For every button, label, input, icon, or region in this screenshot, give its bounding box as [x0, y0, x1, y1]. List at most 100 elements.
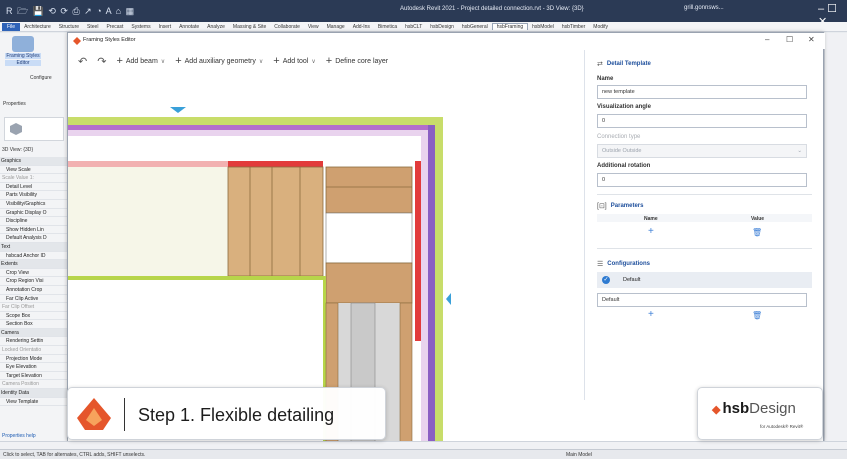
gap-opening: [325, 212, 413, 264]
add-tool-button[interactable]: + Add tool ∨: [273, 56, 316, 67]
parameters-icon: [⊡]: [597, 203, 607, 210]
right-purple-layer: [428, 125, 435, 443]
property-row[interactable]: Rendering Settin: [0, 337, 70, 347]
top-right-timber: [325, 166, 413, 214]
close-button[interactable]: ✕: [808, 35, 815, 44]
top-purple-layer: [68, 125, 436, 130]
check-circle-icon: ✓: [602, 276, 610, 284]
quick-access-toolbar[interactable]: R 🗁 💾 ⟲ ⟳ ⎙ ↗ ◔ A ⌂ ▦: [6, 4, 135, 20]
undo-icon[interactable]: ↶: [78, 55, 87, 68]
dialog-title-bar: Framing Styles Editor – ☐ ✕: [68, 33, 825, 49]
ribbon-tab-annotate[interactable]: Annotate: [175, 24, 203, 30]
redo-icon[interactable]: ↷: [97, 55, 106, 68]
config-list-item[interactable]: ✓ Default: [597, 272, 812, 288]
property-row[interactable]: Section Box: [0, 320, 70, 329]
add-parameter-button[interactable]: +: [648, 226, 654, 237]
add-beam-button[interactable]: + Add beam ∨: [116, 56, 165, 67]
property-group-header: Identity Data: [0, 389, 70, 398]
ribbon-tab-hsbframing[interactable]: hsbFraming: [491, 23, 529, 30]
param-name-column: Name: [644, 216, 658, 222]
property-row[interactable]: Detail Level: [0, 183, 70, 192]
step-caption: Step 1. Flexible detailing: [138, 405, 335, 425]
framing-styles-editor-button[interactable]: Framing Styles Editor: [5, 36, 41, 70]
top-marker-triangle: [170, 107, 186, 113]
name-input[interactable]: new template: [597, 85, 807, 99]
configurations-icon: ☰: [597, 261, 604, 268]
framing-styles-icon: [12, 36, 34, 52]
property-row[interactable]: Default Analysis D: [0, 234, 70, 243]
ribbon-tab-file[interactable]: File: [2, 22, 21, 31]
property-row[interactable]: hsbcad Anchor ID: [0, 252, 70, 261]
connection-type-label: Connection type: [597, 134, 641, 140]
property-row[interactable]: View Scale: [0, 166, 70, 175]
step-caption-overlay: Step 1. Flexible detailing: [67, 387, 386, 440]
model-indicator[interactable]: Main Model: [566, 452, 592, 458]
brand-icon: ◆: [712, 404, 721, 416]
ribbon-tab-hsbtimber[interactable]: hsbTimber: [558, 24, 589, 30]
param-value-column: Value: [751, 216, 765, 222]
property-row[interactable]: Scope Box: [0, 312, 70, 321]
revit-title-bar: R 🗁 💾 ⟲ ⟳ ⎙ ↗ ◔ A ⌂ ▦ Autodesk Revit 202…: [0, 0, 847, 28]
property-row[interactable]: Discipline: [0, 217, 70, 226]
property-row[interactable]: Crop Region Visi: [0, 277, 70, 286]
property-row[interactable]: Graphic Display O: [0, 209, 70, 218]
property-row[interactable]: Far Clip Active: [0, 295, 70, 304]
ribbon-tab-hsbdesign[interactable]: hsbDesign: [426, 24, 458, 30]
ribbon-tab-analyze[interactable]: Analyze: [203, 24, 229, 30]
ribbon-tabs: File Architecture Structure Steel Precast Sys…: [0, 22, 847, 32]
plus-icon: +: [325, 55, 333, 67]
minimize-button[interactable]: –: [765, 35, 769, 44]
property-row[interactable]: Scale Value 1:: [0, 174, 70, 183]
ribbon-tab-steel[interactable]: Steel: [83, 24, 102, 30]
property-row[interactable]: Target Elevation: [0, 372, 70, 381]
configuration-name-input[interactable]: Default: [597, 293, 807, 307]
define-core-layer-button[interactable]: + Define core layer: [325, 55, 388, 67]
property-row[interactable]: Far Clip Offset: [0, 303, 70, 312]
properties-help-link[interactable]: Properties help: [2, 433, 36, 439]
editor-toolbar: ↶ ↷ + Add beam ∨ + Add auxiliary geometry ∨ …: [78, 51, 578, 71]
type-selector[interactable]: [4, 117, 64, 141]
property-row[interactable]: Eye Elevation: [0, 363, 70, 372]
ribbon-tab-precast[interactable]: Precast: [102, 24, 127, 30]
ribbon-tab-insert[interactable]: Insert: [155, 24, 176, 30]
ribbon-tab-hsbclt[interactable]: hsbCLT: [401, 24, 426, 30]
visualization-angle-input[interactable]: 0: [597, 114, 807, 128]
property-row[interactable]: Annotation Crop: [0, 286, 70, 295]
ribbon-tab-view[interactable]: View: [304, 24, 323, 30]
side-marker-triangle: [446, 293, 451, 305]
property-row[interactable]: Projection Mode: [0, 355, 70, 364]
maximize-button[interactable]: ☐: [786, 35, 793, 44]
additional-rotation-input[interactable]: 0: [597, 173, 807, 187]
property-row[interactable]: Crop View: [0, 269, 70, 278]
property-row[interactable]: Locked Orientatio: [0, 346, 70, 355]
additional-rotation-label: Additional rotation: [597, 163, 651, 169]
fse-label-2: Editor: [5, 60, 41, 66]
property-row[interactable]: Parts Visibility: [0, 191, 70, 200]
top-red-layer: [228, 161, 323, 167]
config-item-label: Default: [623, 277, 641, 283]
ribbon-tab-collaborate[interactable]: Collaborate: [270, 24, 304, 30]
property-row[interactable]: Visibility/Graphics: [0, 200, 70, 209]
add-configuration-button[interactable]: +: [648, 309, 654, 320]
trash-icon[interactable]: 🗑: [752, 311, 762, 320]
property-row[interactable]: Camera Position: [0, 380, 70, 390]
ribbon-tab-add-ins[interactable]: Add-Ins: [349, 24, 374, 30]
user-account[interactable]: grill.gonnsws...: [684, 5, 724, 11]
property-row[interactable]: View Template: [0, 398, 70, 407]
trash-icon[interactable]: 🗑: [752, 228, 762, 237]
ribbon-tab-hsbmodel[interactable]: hsbModel: [528, 24, 558, 30]
property-group-header: Graphics: [0, 157, 70, 166]
ribbon-tab-manage[interactable]: Manage: [323, 24, 349, 30]
ribbon-tab-architecture[interactable]: Architecture: [20, 24, 55, 30]
property-row[interactable]: Show Hidden Lin: [0, 226, 70, 235]
ribbon-tab-structure[interactable]: Structure: [55, 24, 83, 30]
add-auxiliary-geometry-button[interactable]: + Add auxiliary geometry ∨: [175, 56, 263, 67]
ribbon-tab-massing-site[interactable]: Massing & Site: [229, 24, 270, 30]
ribbon-tab-modify[interactable]: Modify: [589, 24, 612, 30]
property-group-header: Extents: [0, 260, 70, 269]
ribbon-tab-hsbgeneral[interactable]: hsbGeneral: [458, 24, 492, 30]
parameters-table-header: [597, 214, 812, 222]
ribbon-tab-systems[interactable]: Systems: [127, 24, 154, 30]
green-baseline: [68, 276, 326, 280]
ribbon-tab-bimetica[interactable]: Bimetica: [374, 24, 401, 30]
